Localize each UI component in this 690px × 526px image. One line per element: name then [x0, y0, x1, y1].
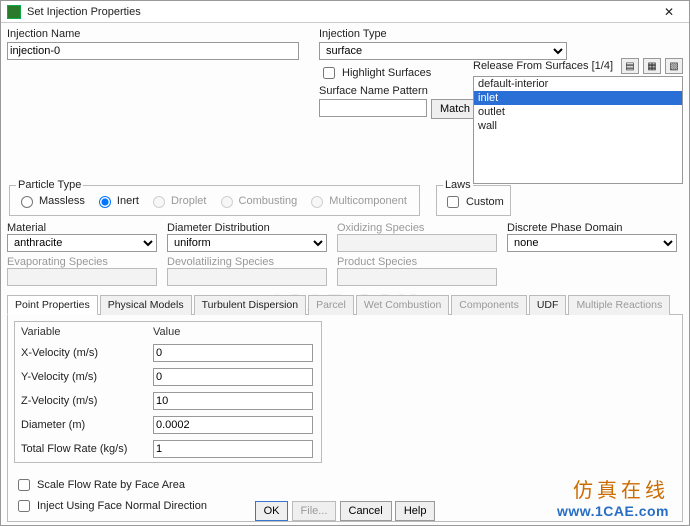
diameter-input[interactable] [153, 416, 313, 434]
variable-table: VariableValue X-Velocity (m/s) Y-Velocit… [14, 321, 322, 463]
match-button[interactable]: Match [431, 99, 479, 119]
laws-label: Laws [443, 179, 473, 191]
client-area: 1CAE.COM Injection Name Injection Type s… [1, 24, 689, 525]
tab-multiple-reactions: Multiple Reactions [568, 295, 670, 315]
list-item[interactable]: wall [474, 119, 682, 133]
cancel-button[interactable]: Cancel [340, 501, 392, 521]
diameter-dist-select[interactable]: uniform [167, 234, 327, 252]
oxidizing-species-label: Oxidizing Species [337, 222, 497, 234]
file-button: File... [292, 501, 337, 521]
x-velocity-input[interactable] [153, 344, 313, 362]
injection-name-label: Injection Name [7, 28, 307, 40]
ok-button[interactable]: OK [255, 501, 289, 521]
deselect-all-icon[interactable]: ▧ [665, 58, 683, 74]
particle-type-label: Particle Type [16, 179, 83, 191]
footer: OK File... Cancel Help [1, 501, 689, 521]
particle-type-inert[interactable]: Inert [94, 193, 139, 208]
evaporating-species-label: Evaporating Species [7, 256, 157, 268]
table-row: X-Velocity (m/s) [17, 342, 319, 364]
tab-udf[interactable]: UDF [529, 295, 567, 315]
discrete-phase-domain-select[interactable]: none [507, 234, 677, 252]
z-velocity-input[interactable] [153, 392, 313, 410]
table-row: Y-Velocity (m/s) [17, 366, 319, 388]
devolatilizing-species-select [167, 268, 327, 286]
evaporating-species-select [7, 268, 157, 286]
material-label: Material [7, 222, 157, 234]
laws-custom-checkbox[interactable]: Custom [443, 193, 504, 211]
list-item[interactable]: outlet [474, 105, 682, 119]
value-header: Value [149, 324, 319, 340]
table-row: Z-Velocity (m/s) [17, 390, 319, 412]
tab-wet-combustion: Wet Combustion [356, 295, 449, 315]
particle-type-massless[interactable]: Massless [16, 193, 85, 208]
list-item[interactable]: default-interior [474, 77, 682, 91]
set-injection-properties-window: Set Injection Properties ✕ 1CAE.COM Inje… [0, 0, 690, 526]
select-all-icon[interactable]: ▦ [643, 58, 661, 74]
tab-body: VariableValue X-Velocity (m/s) Y-Velocit… [7, 315, 683, 522]
total-flow-rate-input[interactable] [153, 440, 313, 458]
tab-components: Components [451, 295, 527, 315]
product-species-label: Product Species [337, 256, 497, 268]
surface-name-pattern-input[interactable] [319, 99, 427, 117]
material-select[interactable]: anthracite [7, 234, 157, 252]
particle-type-combusting[interactable]: Combusting [216, 193, 298, 208]
product-species-select [337, 268, 497, 286]
oxidizing-species-select [337, 234, 497, 252]
particle-type-droplet[interactable]: Droplet [148, 193, 206, 208]
discrete-phase-domain-label: Discrete Phase Domain [507, 222, 677, 234]
close-button[interactable]: ✕ [655, 5, 683, 19]
help-button[interactable]: Help [395, 501, 436, 521]
surfaces-listbox[interactable]: default-interior inlet outlet wall [473, 76, 683, 184]
list-item[interactable]: inlet [474, 91, 682, 105]
injection-type-label: Injection Type [319, 28, 569, 40]
diameter-dist-label: Diameter Distribution [167, 222, 327, 234]
table-row: Diameter (m) [17, 414, 319, 436]
tab-turbulent-dispersion[interactable]: Turbulent Dispersion [194, 295, 307, 315]
release-from-surfaces-label: Release From Surfaces [1/4] [473, 60, 617, 72]
title-bar: Set Injection Properties ✕ [1, 1, 689, 23]
window-title: Set Injection Properties [27, 6, 655, 18]
tab-parcel: Parcel [308, 295, 354, 315]
scale-flow-rate-checkbox[interactable]: Scale Flow Rate by Face Area [14, 476, 185, 494]
toggle-list-icon[interactable]: ▤ [621, 58, 639, 74]
variable-header: Variable [17, 324, 147, 340]
table-row: Total Flow Rate (kg/s) [17, 438, 319, 460]
injection-name-input[interactable] [7, 42, 299, 60]
app-icon [7, 5, 21, 19]
tab-physical-models[interactable]: Physical Models [100, 295, 192, 315]
particle-type-multicomponent[interactable]: Multicomponent [306, 193, 407, 208]
devolatilizing-species-label: Devolatilizing Species [167, 256, 327, 268]
y-velocity-input[interactable] [153, 368, 313, 386]
tab-point-properties[interactable]: Point Properties [7, 295, 98, 315]
highlight-surfaces-checkbox[interactable]: Highlight Surfaces [319, 64, 431, 82]
